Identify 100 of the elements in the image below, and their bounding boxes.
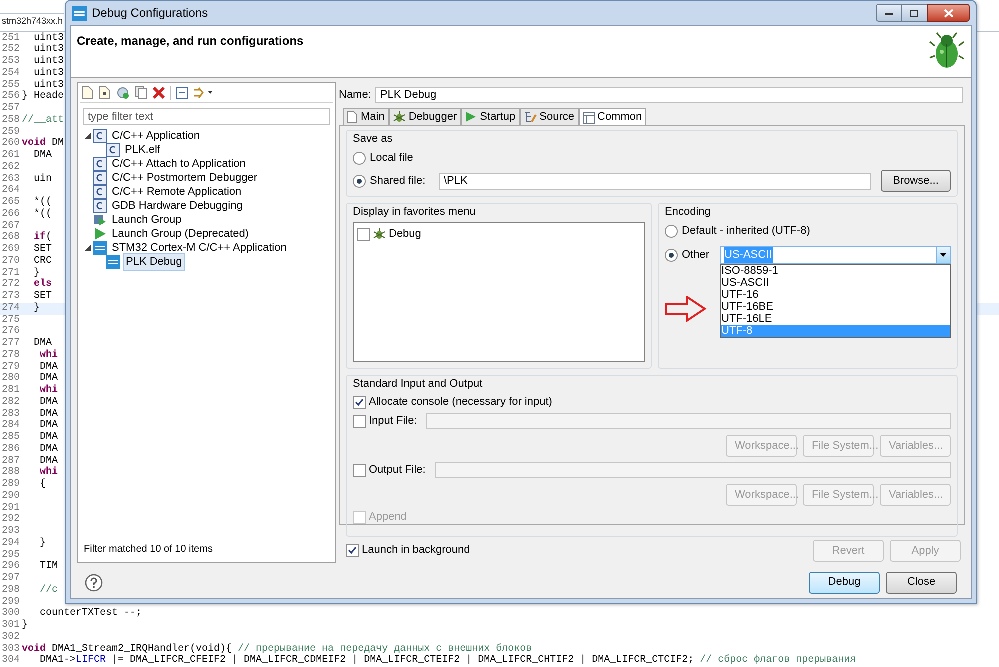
line-number: 290: [0, 490, 20, 502]
tree-item[interactable]: C/C++ Application: [110, 128, 202, 144]
checkbox[interactable]: [353, 414, 366, 428]
line-number: 277: [0, 338, 20, 350]
tab[interactable]: Source: [520, 108, 578, 125]
dialog-button[interactable]: Close: [886, 572, 957, 594]
duplicate-icon[interactable]: [135, 86, 148, 100]
play-icon: [465, 111, 478, 123]
line-number: 286: [0, 444, 20, 456]
close-icon: [944, 8, 954, 18]
bug-icon: [373, 228, 386, 241]
code-line: }: [33, 302, 40, 314]
dropdown-option[interactable]: ISO-8859-1: [720, 265, 950, 277]
code-line: uint3: [33, 32, 64, 44]
line-number: 292: [0, 514, 20, 526]
tree-item[interactable]: C/C++ Postmortem Debugger: [110, 170, 260, 186]
group-title: Standard Input and Output: [353, 377, 484, 391]
code-line: whi: [39, 350, 58, 362]
checkbox[interactable]: [353, 396, 366, 409]
tree-item[interactable]: C/C++ Attach to Application: [110, 156, 248, 172]
arrow-icon: [664, 296, 707, 322]
checkbox[interactable]: [357, 228, 370, 241]
maximize-button[interactable]: [902, 4, 927, 22]
new-configuration-icon[interactable]: [82, 86, 94, 100]
tree-item[interactable]: Launch Group (Deprecated): [110, 226, 251, 242]
line-number: 271: [0, 268, 20, 279]
minimize-icon: [885, 12, 893, 14]
close-button[interactable]: [927, 4, 970, 22]
ide-icon: [72, 6, 87, 20]
checkbox[interactable]: [346, 544, 359, 556]
c-file-icon: [93, 157, 107, 171]
filter-field[interactable]: type filter text: [83, 108, 330, 125]
code-line: whi: [39, 385, 58, 397]
bug-icon: [929, 32, 965, 70]
dialog-button[interactable]: Debug: [809, 572, 880, 594]
minimize-button[interactable]: [876, 4, 902, 22]
line-number: 258: [0, 114, 20, 126]
dialog-header: Create, manage, and run configurations: [77, 33, 304, 50]
delete-icon[interactable]: [153, 86, 165, 98]
name-label: Name:: [339, 88, 372, 103]
dropdown-button[interactable]: [936, 247, 950, 263]
radio-button[interactable]: [665, 224, 678, 238]
code-line: CRC: [33, 256, 52, 268]
c-file-icon: [106, 143, 120, 157]
export-icon[interactable]: [116, 86, 130, 100]
ide-icon: [106, 255, 120, 269]
tree-item[interactable]: PLK Debug: [123, 252, 186, 272]
shared-file-field[interactable]: \PLK: [439, 172, 871, 190]
tree-item[interactable]: PLK.elf: [123, 142, 162, 158]
code-line: *((: [33, 197, 52, 208]
expand-arrow-icon[interactable]: [85, 133, 91, 139]
code-line: SET: [33, 244, 52, 256]
group-title: Save as: [353, 132, 394, 146]
collapse-icon[interactable]: [176, 86, 188, 98]
checkbox[interactable]: [353, 464, 366, 476]
line-number: 279: [0, 362, 20, 373]
prototype-icon[interactable]: [99, 86, 111, 100]
radio-label: Default - inherited (UTF-8): [682, 224, 810, 239]
code-line: TIM: [39, 561, 58, 573]
tab[interactable]: Common: [578, 108, 646, 126]
help-icon[interactable]: [85, 574, 103, 592]
dropdown-option[interactable]: UTF-16LE: [720, 313, 950, 325]
filter-status: Filter matched 10 of 10 items: [84, 543, 214, 557]
line-number: 300: [0, 608, 20, 620]
radio-button[interactable]: [353, 174, 366, 188]
source-icon: [524, 110, 537, 124]
checkbox-label: Allocate console (necessary for input): [369, 395, 552, 410]
line-number: 276: [0, 326, 20, 338]
tree-item[interactable]: C/C++ Remote Application: [110, 184, 244, 200]
radio-label: Other: [682, 248, 710, 263]
filter-icon[interactable]: [193, 86, 213, 98]
line-number: 275: [0, 314, 20, 326]
tab[interactable]: Debugger: [388, 108, 462, 125]
line-number: 283: [0, 408, 20, 420]
radio-button[interactable]: [665, 248, 678, 262]
line-number: 272: [0, 279, 20, 291]
dropdown-option[interactable]: UTF-16: [720, 289, 950, 301]
line-number: 280: [0, 373, 20, 385]
line-number: 288: [0, 467, 20, 479]
c-file-icon: [93, 171, 107, 185]
dropdown-option[interactable]: US-ASCII: [720, 277, 950, 289]
tab[interactable]: Startup: [461, 108, 520, 125]
line-number: 287: [0, 456, 20, 467]
dropdown-option[interactable]: UTF-16BE: [720, 301, 950, 313]
tab[interactable]: Main: [343, 108, 389, 125]
line-number: 303: [0, 644, 20, 655]
line-number: 261: [0, 150, 20, 162]
browse-button[interactable]: Browse...: [881, 170, 951, 192]
line-number: 291: [0, 502, 20, 514]
tree-item[interactable]: Launch Group: [110, 212, 184, 228]
expand-arrow-icon[interactable]: [85, 245, 91, 251]
radio-button[interactable]: [353, 152, 366, 164]
code-line: DMA: [39, 396, 58, 408]
line-number: 265: [0, 197, 20, 209]
document-icon: [347, 110, 358, 124]
tree-item[interactable]: GDB Hardware Debugging: [110, 198, 245, 214]
line-number: 264: [0, 185, 20, 197]
name-field[interactable]: PLK Debug: [375, 87, 963, 103]
code-line: DMA1->LIFCR |= DMA_LIFCR_CFEIF2 | DMA_LIFCR_CDMEIF2 | DMA_LIFCR_CTEIF2 | DMA_LIFCR_CHTIF2 | DMA_LIFCR_CTCIF2; // сброс флагов прерывания: [39, 655, 856, 667]
line-number: 299: [0, 596, 20, 608]
